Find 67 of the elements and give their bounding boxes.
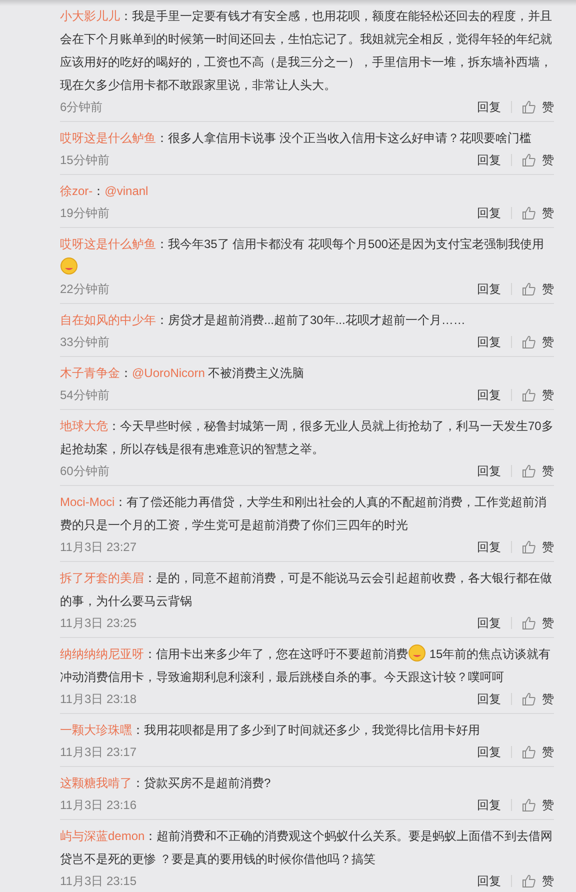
comment-text: 地球大危：今天早些时候，秘鲁封城第一周，很多无业人员就上街抢劫了，利马一天发生70多起抢劫案，所以存钱是很有患难意识的智慧之举。 xyxy=(60,418,554,458)
thumbs-up-icon xyxy=(522,874,536,888)
comment-text: 屿与深蓝demon：超前消费和不正确的消费观这个蚂蚁什么关系。要是蚂蚁上面借不到去借网贷岂不是死的更惨 ？要是真的要用钱的时候你借他吗？搞笑 xyxy=(60,828,554,868)
comment-text: Moci-Moci：有了偿还能力再借贷，大学生和刚出社会的人真的不配超前消费，工作党超前消费的只是一个月的工资，学生党可是超前消费了你们三四年的时光 xyxy=(60,494,548,534)
reply-link[interactable]: 回复 xyxy=(477,333,511,351)
reply-link[interactable]: 回复 xyxy=(477,796,511,814)
timestamp: 60分钟前 xyxy=(60,463,110,480)
emoji-icon xyxy=(408,644,426,662)
timestamp: 54分钟前 xyxy=(60,387,110,404)
comment-text: 这颗糖我啃了：贷款买房不是超前消费? xyxy=(60,775,272,792)
timestamp: 6分钟前 xyxy=(60,99,104,116)
timestamp: 11月3日 23:15 xyxy=(60,873,138,890)
comment-text: 自在如风的中少年：房贷才是超前消费...超前了30年...花呗才超前一个月…… xyxy=(60,312,466,329)
thumbs-up-icon xyxy=(522,335,536,349)
like-button[interactable]: 赞 xyxy=(522,151,554,169)
timestamp: 19分钟前 xyxy=(60,205,110,222)
like-button[interactable]: 赞 xyxy=(522,333,554,351)
like-button[interactable]: 赞 xyxy=(522,690,554,708)
timestamp: 11月3日 23:25 xyxy=(60,615,138,632)
thumbs-up-icon xyxy=(522,153,536,167)
comment-text: 纳纳纳纳尼亚呀：信用卡出来多少年了，您在这呼吁不要超前消费 15年前的焦点访谈就有冲动消费信用卡，导致逾期利息利滚利，最后跳楼自杀的事。今天跟这计较？噗呵呵 xyxy=(60,643,554,689)
like-button[interactable]: 赞 xyxy=(522,743,554,761)
reply-link[interactable]: 回复 xyxy=(477,204,511,222)
like-button[interactable]: 赞 xyxy=(522,462,554,480)
like-button[interactable]: 赞 xyxy=(522,796,554,814)
reply-link[interactable]: 回复 xyxy=(477,386,511,404)
like-button[interactable]: 赞 xyxy=(522,98,554,116)
thumbs-up-icon xyxy=(522,745,536,759)
like-button[interactable]: 赞 xyxy=(522,614,554,632)
like-button[interactable]: 赞 xyxy=(522,872,554,890)
thumbs-up-icon xyxy=(522,616,536,630)
reply-link[interactable]: 回复 xyxy=(477,538,511,556)
comment-text: 哎呀这是什么鲈鱼：我今年35了 信用卡都没有 花呗每个月500还是因为支付宝老强制我使用 xyxy=(60,233,554,279)
timestamp: 33分钟前 xyxy=(60,334,110,351)
thumbs-up-icon xyxy=(522,282,536,296)
comment-text: 拆了牙套的美眉：是的，同意不超前消费，可是不能说马云会引起超前收费，各大银行都在做的事，为什么要马云背锅 xyxy=(60,570,553,610)
thumbs-up-icon xyxy=(522,692,536,706)
reply-link[interactable]: 回复 xyxy=(477,872,511,890)
like-button[interactable]: 赞 xyxy=(522,386,554,404)
timestamp: 22分钟前 xyxy=(60,281,110,298)
reply-link[interactable]: 回复 xyxy=(477,280,511,298)
comment-text: 哎呀这是什么鲈鱼：很多人拿信用卡说事 没个正当收入信用卡这么好申请？花呗要啥门槛 xyxy=(60,130,532,147)
thumbs-up-icon xyxy=(522,540,536,554)
like-button[interactable]: 赞 xyxy=(522,280,554,298)
reply-link[interactable]: 回复 xyxy=(477,151,511,169)
thumbs-up-icon xyxy=(522,206,536,220)
emoji-icon xyxy=(60,257,78,275)
reply-link[interactable]: 回复 xyxy=(477,98,511,116)
timestamp: 11月3日 23:16 xyxy=(60,797,138,814)
like-button[interactable]: 赞 xyxy=(522,204,554,222)
reply-link[interactable]: 回复 xyxy=(477,462,511,480)
timestamp: 11月3日 23:17 xyxy=(60,744,138,761)
reply-link[interactable]: 回复 xyxy=(477,614,511,632)
timestamp: 11月3日 23:27 xyxy=(60,539,138,556)
thumbs-up-icon xyxy=(522,388,536,402)
timestamp: 11月3日 23:18 xyxy=(60,691,138,708)
comment-text: 一颗大珍珠嘿：我用花呗都是用了多少到了时间就还多少，我觉得比信用卡好用 xyxy=(60,722,481,739)
comment-text: 小大影儿儿：我是手里一定要有钱才有安全感，也用花呗，额度在能轻松还回去的程度，并且会在下个月账单到的时候第一时间还回去，生怕忘记了。我姐就完全相反，觉得年轻的年纪就应该用好的吃好的喝好的，工资也不高（是我三分之一），手里信用卡一堆，拆东墙补西墙，现在欠多少信用卡都不敢跟家里说，非常让人头大。 xyxy=(60,8,553,94)
comment-text: 徐zor-：@vinanl xyxy=(60,183,150,200)
reply-link[interactable]: 回复 xyxy=(477,690,511,708)
like-button[interactable]: 赞 xyxy=(522,538,554,556)
thumbs-up-icon xyxy=(522,100,536,114)
timestamp: 15分钟前 xyxy=(60,152,110,169)
thumbs-up-icon xyxy=(522,464,536,478)
thumbs-up-icon xyxy=(522,798,536,812)
comment-text: 木子青争金：@UoroNicorn 不被消费主义洗脑 xyxy=(60,365,306,382)
reply-link[interactable]: 回复 xyxy=(477,743,511,761)
